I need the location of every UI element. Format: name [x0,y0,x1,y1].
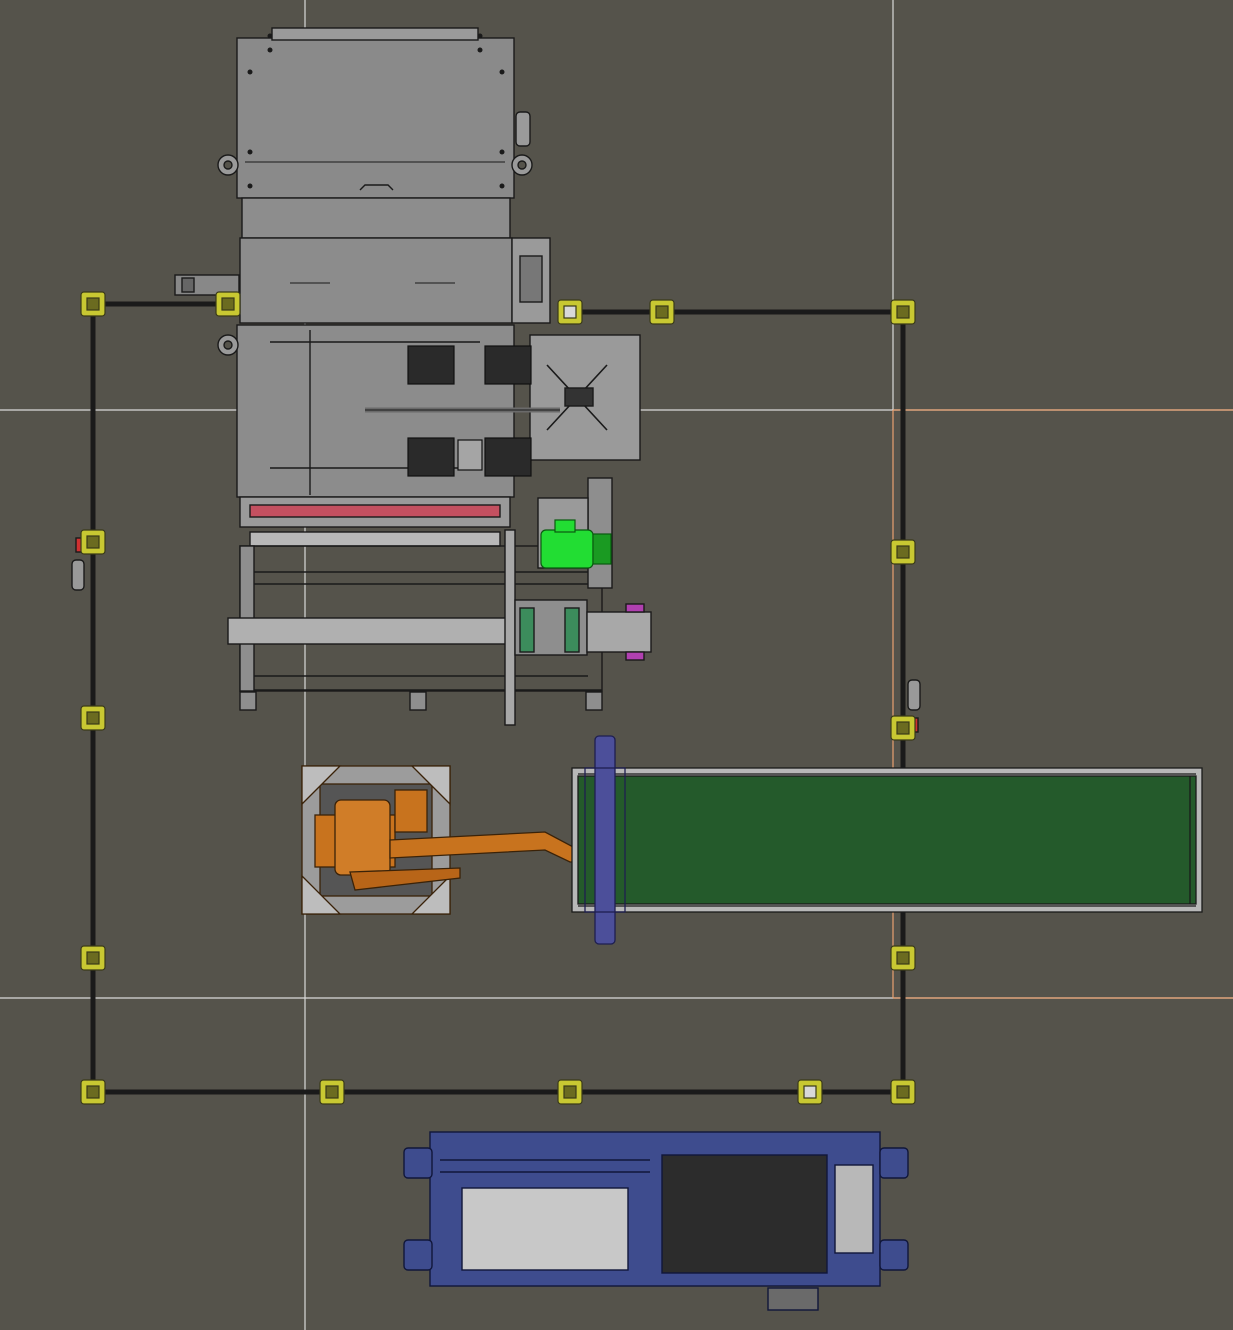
pallet-cart [403,1131,909,1311]
viewport-background [0,0,1233,1330]
layout-drawing [0,0,1233,1330]
fence-post [890,1079,916,1105]
fence-post [80,291,106,317]
fence-post [80,529,106,555]
belt-conveyor [571,767,1203,913]
fence-post [80,705,106,731]
fence-post [797,1079,823,1105]
fence-post [557,1079,583,1105]
fence-post [890,299,916,325]
fence-post [80,945,106,971]
fence-post [890,539,916,565]
fence-post [890,715,916,741]
fence-post [319,1079,345,1105]
cad-viewport [0,0,1233,1330]
fence-post [215,291,241,317]
fence-post [649,299,675,325]
fence-post [890,945,916,971]
fence-post [80,1079,106,1105]
fence-post [557,299,583,325]
